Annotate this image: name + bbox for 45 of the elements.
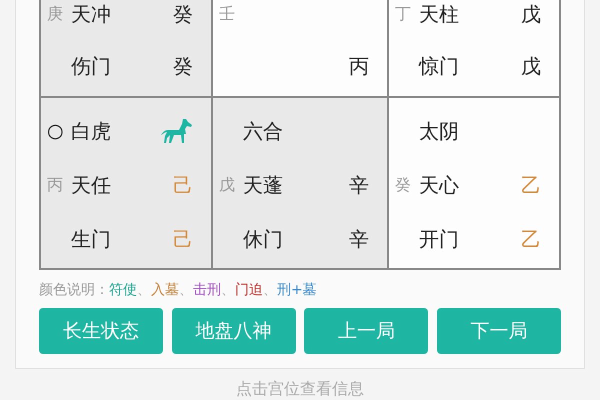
stem-label: 己 xyxy=(173,172,193,198)
palace-cell[interactable]: 六合 戊 天蓬 辛 休门 辛 xyxy=(211,98,387,268)
palace-cell[interactable]: 庚 天冲 癸 伤门 癸 xyxy=(41,0,211,96)
separator-text: 、 xyxy=(263,281,277,299)
palace-label: 惊门 xyxy=(419,54,459,78)
legend-item: 击刑 xyxy=(193,281,221,299)
palace-label: 天心 xyxy=(419,172,459,196)
palace-label: 太阴 xyxy=(419,118,459,142)
stem-label: 乙 xyxy=(521,172,541,198)
palace-label: 天任 xyxy=(71,172,111,196)
palace-label: 生门 xyxy=(71,226,111,250)
legend-label: 颜色说明： xyxy=(39,281,109,299)
legend-item: 门迫 xyxy=(235,281,263,299)
palace-label: 天蓬 xyxy=(243,172,283,196)
stem-label: 庚 xyxy=(47,4,64,24)
palace-label: 天柱 xyxy=(419,2,459,26)
stem-label: 辛 xyxy=(349,226,369,252)
stem-label: 丁 xyxy=(395,4,412,24)
separator-text: 、 xyxy=(179,281,193,299)
separator-text: 、 xyxy=(137,281,151,299)
stem-label: 戊 xyxy=(219,174,236,196)
palace-cell[interactable]: ○ 白虎 丙 天任 己 生门 己 xyxy=(41,98,211,268)
palace-label: 开门 xyxy=(419,226,459,250)
palace-label: 休门 xyxy=(243,226,283,250)
stem-label: 丙 xyxy=(349,52,369,80)
stem-label: 癸 xyxy=(173,0,193,28)
stem-label: 癸 xyxy=(173,52,193,80)
stem-label: 戊 xyxy=(521,52,541,80)
stem-label: 戊 xyxy=(521,0,541,28)
stem-label: 癸 xyxy=(395,174,412,196)
stem-label: 壬 xyxy=(219,4,236,24)
stem-label: 丙 xyxy=(47,174,64,196)
palace-label: 天冲 xyxy=(71,2,111,26)
stem-label: 乙 xyxy=(521,226,541,252)
legend-item: 入墓 xyxy=(151,281,179,299)
separator-text: 、 xyxy=(221,281,235,299)
palace-label: 白虎 xyxy=(71,118,111,142)
palace-label: 六合 xyxy=(243,118,283,142)
hint-text: 点击宫位查看信息 xyxy=(236,379,364,400)
stem-label: 辛 xyxy=(349,172,369,198)
legend-item: 符使 xyxy=(109,281,137,299)
legend-item: 刑+墓 xyxy=(277,281,317,299)
circle-mark: ○ xyxy=(47,120,65,142)
palace-label: 伤门 xyxy=(71,54,111,78)
stem-label: 己 xyxy=(173,226,193,252)
